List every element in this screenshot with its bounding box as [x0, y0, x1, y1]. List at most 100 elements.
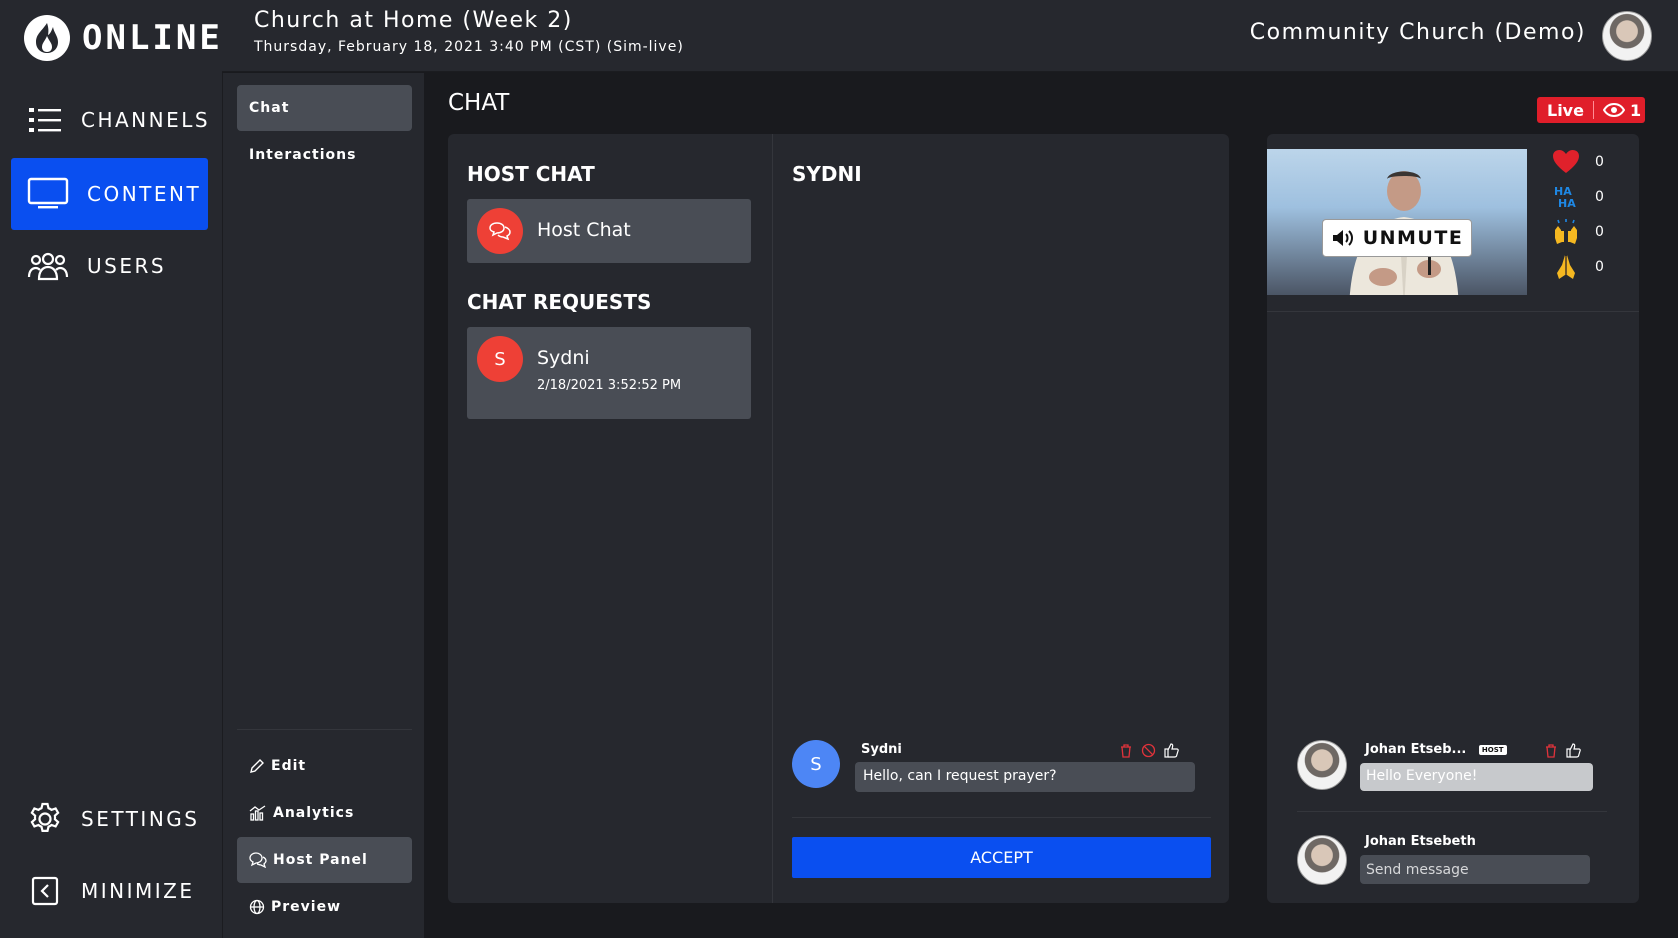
nav-item-channels[interactable]: CHANNELS [11, 84, 208, 156]
video-preview[interactable]: UNMUTE [1267, 149, 1527, 295]
reaction-praying-hands: 0 [1552, 253, 1612, 281]
host-message-author: Johan Etseb... [1365, 742, 1467, 757]
list-icon [29, 108, 61, 132]
top-header: Church at Home (Week 2) Thursday, Februa… [222, 0, 1678, 72]
brand-logo[interactable]: ONLINE [24, 15, 223, 61]
chat-panel: HOST CHAT Host Chat CHAT REQUESTS S Sydn… [448, 134, 1229, 903]
raised-hands-icon [1555, 219, 1577, 244]
subnav-item-edit[interactable]: Edit [237, 743, 412, 789]
event-title: Church at Home (Week 2) [254, 8, 573, 33]
praying-hands-icon [1557, 255, 1575, 279]
pencil-icon [249, 758, 265, 774]
speaker-icon [1332, 230, 1353, 246]
subnav-item-preview[interactable]: Preview [237, 884, 412, 930]
send-message-input[interactable] [1360, 855, 1590, 884]
host-chat-card[interactable]: Host Chat [467, 199, 751, 263]
nav-item-settings[interactable]: SETTINGS [11, 783, 208, 855]
composer-avatar [1297, 835, 1347, 885]
chat-bubbles-icon [249, 852, 267, 868]
collapse-icon [31, 876, 59, 906]
panel-divider [772, 134, 773, 903]
live-label: Live [1547, 100, 1584, 120]
subnav-label-chat: Chat [249, 100, 290, 116]
nav-item-minimize[interactable]: MINIMIZE [11, 855, 208, 927]
trash-icon[interactable] [1119, 743, 1133, 762]
nav-label-minimize: MINIMIZE [81, 879, 195, 903]
reaction-heart: 0 [1552, 148, 1612, 176]
unmute-button[interactable]: UNMUTE [1322, 219, 1472, 257]
conversation-title: SYDNI [792, 162, 862, 186]
subnav-item-chat[interactable]: Chat [237, 85, 412, 131]
subnav-label-interactions: Interactions [249, 147, 357, 163]
heart-icon [1553, 150, 1579, 173]
gear-icon [30, 802, 60, 832]
host-tag-badge: HOST [1478, 744, 1507, 755]
left-nav: ONLINE CHANNELS CONTENT USERS SETTINGS M… [0, 0, 222, 938]
conversation-divider [792, 817, 1211, 818]
nav-item-users[interactable]: USERS [11, 230, 208, 302]
nav-label-users: USERS [87, 254, 167, 278]
chat-request-item[interactable]: S Sydni 2/18/2021 3:52:52 PM [467, 327, 751, 419]
subnav-item-host-panel[interactable]: Host Panel [237, 837, 412, 883]
event-datetime: Thursday, February 18, 2021 3:40 PM (CST… [254, 39, 684, 55]
subnav-label-analytics: Analytics [273, 805, 355, 821]
request-time: 2/18/2021 3:52:52 PM [537, 378, 682, 393]
subnav-item-analytics[interactable]: Analytics [237, 790, 412, 836]
subnav-label-preview: Preview [271, 899, 342, 915]
message-author: Sydni [861, 742, 902, 757]
block-icon[interactable] [1141, 743, 1156, 762]
message-bubble: Hello, can I request prayer? [855, 762, 1195, 792]
subnav-label-edit: Edit [271, 758, 307, 774]
flame-logo-icon [24, 15, 70, 61]
thumbs-up-icon[interactable] [1164, 743, 1179, 762]
accept-button[interactable]: ACCEPT [792, 837, 1211, 878]
subnav-label-host-panel: Host Panel [273, 852, 368, 868]
composer-divider [1297, 811, 1607, 812]
reaction-count-haha: 0 [1595, 189, 1604, 205]
host-message-actions [1544, 743, 1581, 762]
reaction-raised-hands: 0 [1552, 218, 1612, 246]
host-message-author-row: Johan Etseb... HOST [1365, 742, 1507, 757]
thumbs-up-icon[interactable] [1566, 743, 1581, 762]
reaction-count-heart: 0 [1595, 154, 1604, 170]
page-title: CHAT [448, 90, 510, 116]
eye-icon [1603, 103, 1625, 117]
sub-nav: Chat Interactions Edit Analytics Host Pa… [222, 73, 424, 938]
haha-icon-line: HA [1558, 197, 1576, 210]
haha-icon: HA HA [1554, 185, 1576, 210]
chat-requests-heading: CHAT REQUESTS [467, 290, 652, 314]
unmute-label: UNMUTE [1362, 227, 1464, 249]
subnav-item-interactions[interactable]: Interactions [237, 132, 412, 178]
message-avatar: S [792, 740, 840, 788]
globe-icon [249, 899, 265, 915]
viewer-count: 1 [1630, 100, 1642, 120]
user-avatar[interactable] [1602, 11, 1652, 61]
nav-item-content[interactable]: CONTENT [11, 158, 208, 230]
app-root: ONLINE CHANNELS CONTENT USERS SETTINGS M… [0, 0, 1678, 938]
subnav-divider [237, 729, 412, 730]
preview-divider [1267, 311, 1639, 312]
request-name: Sydni [537, 347, 590, 369]
host-message-bubble: Hello Everyone! [1360, 763, 1593, 791]
composer-author: Johan Etsebeth [1365, 834, 1476, 849]
nav-label-content: CONTENT [87, 182, 202, 206]
live-badge-separator [1593, 101, 1594, 119]
monitor-icon [27, 177, 69, 209]
org-name[interactable]: Community Church (Demo) [1250, 20, 1586, 45]
nav-label-settings: SETTINGS [81, 807, 200, 831]
message-actions [1119, 743, 1179, 762]
reaction-count-raised-hands: 0 [1595, 224, 1604, 240]
request-avatar: S [477, 336, 523, 382]
host-preview-panel: UNMUTE 0 HA HA 0 0 0 Johan Etseb... HOST… [1267, 134, 1639, 903]
nav-label-channels: CHANNELS [81, 108, 211, 132]
haha-icon-text: HA HA [1554, 185, 1576, 210]
host-message-avatar [1297, 740, 1347, 790]
users-icon [27, 252, 69, 281]
brand-logo-text: ONLINE [82, 18, 223, 58]
analytics-icon [249, 805, 267, 821]
reaction-count-praying-hands: 0 [1595, 259, 1604, 275]
reaction-haha: HA HA 0 [1552, 183, 1612, 211]
host-chat-label: Host Chat [537, 219, 631, 241]
trash-icon[interactable] [1544, 743, 1558, 762]
host-chat-heading: HOST CHAT [467, 162, 595, 186]
